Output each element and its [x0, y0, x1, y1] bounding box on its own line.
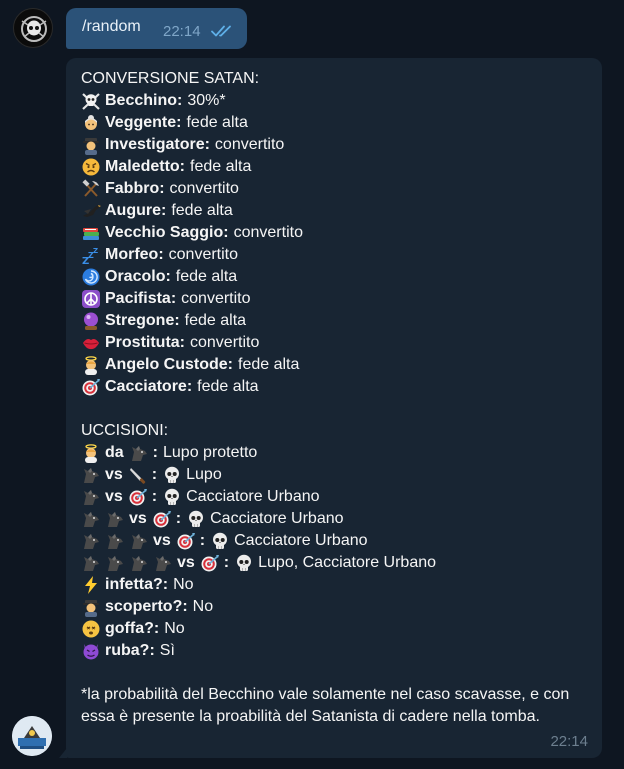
role-row: Prostituta: convertito	[81, 332, 596, 354]
lightning-icon	[81, 575, 101, 595]
target-icon	[152, 509, 172, 529]
question-row: goffa?: No	[81, 618, 596, 640]
role-row: Maledetto: fede alta	[81, 156, 596, 178]
role-row: Angelo Custode: fede alta	[81, 354, 596, 376]
wolf-icon	[81, 465, 101, 485]
hammer-pick-icon	[81, 179, 101, 199]
role-row: Cacciatore: fede alta	[81, 376, 596, 398]
message-time: 22:14	[163, 23, 201, 40]
question-row: scoperto?: No	[81, 596, 596, 618]
kiss-lips-icon	[81, 333, 101, 353]
outgoing-message-bubble[interactable]: /random 22:14	[66, 8, 247, 49]
section-title-kills: UCCISIONI:	[81, 422, 169, 439]
kill-row: da : Lupo protetto	[81, 442, 596, 464]
baby-angel-icon	[81, 443, 101, 463]
kill-row: vs : Lupo, Cacciatore Urbano	[81, 552, 596, 574]
role-row: Veggente: fede alta	[81, 112, 596, 134]
wolf-icon	[105, 553, 125, 573]
skull-icon	[210, 531, 230, 551]
role-row: Fabbro: convertito	[81, 178, 596, 200]
wolf-icon	[129, 553, 149, 573]
old-woman-icon	[81, 113, 101, 133]
crystal-ball-icon	[81, 311, 101, 331]
footnote-text: *la probabilità del Becchino vale solame…	[81, 686, 570, 725]
skull-icon	[162, 465, 182, 485]
wolf-icon	[81, 553, 101, 573]
wolf-icon	[81, 487, 101, 507]
svg-text:Z: Z	[93, 247, 98, 255]
bubble-tail	[59, 748, 67, 758]
dizzy-face-icon	[81, 619, 101, 639]
kill-row: vs : Lupo	[81, 464, 596, 486]
question-row: infetta?: No	[81, 574, 596, 596]
detective-icon	[81, 135, 101, 155]
section-title-conversion: CONVERSIONE SATAN:	[81, 70, 260, 87]
target-icon	[128, 487, 148, 507]
wolf-icon	[105, 531, 125, 551]
skull-crossbones-icon	[81, 91, 101, 111]
role-row: Pacifista: convertito	[81, 288, 596, 310]
black-bird-icon	[81, 201, 101, 221]
baby-angel-icon	[81, 355, 101, 375]
question-row: ruba?: Sì	[81, 640, 596, 662]
target-icon	[200, 553, 220, 573]
outgoing-message-text[interactable]: /random	[82, 18, 141, 36]
message-content: CONVERSIONE SATAN: Becchino: 30%* Veggen…	[81, 68, 596, 728]
detective-icon	[81, 597, 101, 617]
skull-icon	[162, 487, 182, 507]
kill-row: vs : Cacciatore Urbano	[81, 530, 596, 552]
skull-icon	[234, 553, 254, 573]
role-row: Vecchio Saggio: convertito	[81, 222, 596, 244]
role-row: Investigatore: convertito	[81, 134, 596, 156]
target-icon	[176, 531, 196, 551]
wolf-icon	[129, 443, 149, 463]
wolf-icon	[153, 553, 173, 573]
message-time: 22:14	[550, 733, 588, 750]
role-row: Oracolo: fede alta	[81, 266, 596, 288]
wolf-icon	[81, 509, 101, 529]
kill-row: vs : Cacciatore Urbano	[81, 486, 596, 508]
wolf-icon	[105, 509, 125, 529]
skull-emblem-icon	[21, 16, 47, 42]
role-row: Z Z Z Morfeo: convertito	[81, 245, 239, 265]
target-icon	[81, 377, 101, 397]
sender-avatar[interactable]	[13, 8, 53, 48]
bot-avatar[interactable]	[12, 716, 52, 756]
cyclone-icon	[81, 267, 101, 287]
wolf-icon	[81, 531, 101, 551]
devil-face-icon	[81, 641, 101, 661]
double-check-icon	[211, 24, 235, 43]
kill-row: vs : Cacciatore Urbano	[81, 508, 596, 530]
books-icon	[81, 223, 101, 243]
role-row: Augure: fede alta	[81, 200, 596, 222]
zzz-icon: Z Z Z	[81, 245, 101, 265]
knife-icon	[128, 465, 148, 485]
wolf-icon	[129, 531, 149, 551]
skull-icon	[186, 509, 206, 529]
bot-emblem-icon	[12, 716, 52, 756]
incoming-message-bubble[interactable]: CONVERSIONE SATAN: Becchino: 30%* Veggen…	[59, 58, 602, 758]
role-row: Becchino: 30%*	[81, 90, 596, 112]
role-row: Stregone: fede alta	[81, 310, 596, 332]
angry-face-icon	[81, 157, 101, 177]
peace-symbol-icon	[81, 289, 101, 309]
